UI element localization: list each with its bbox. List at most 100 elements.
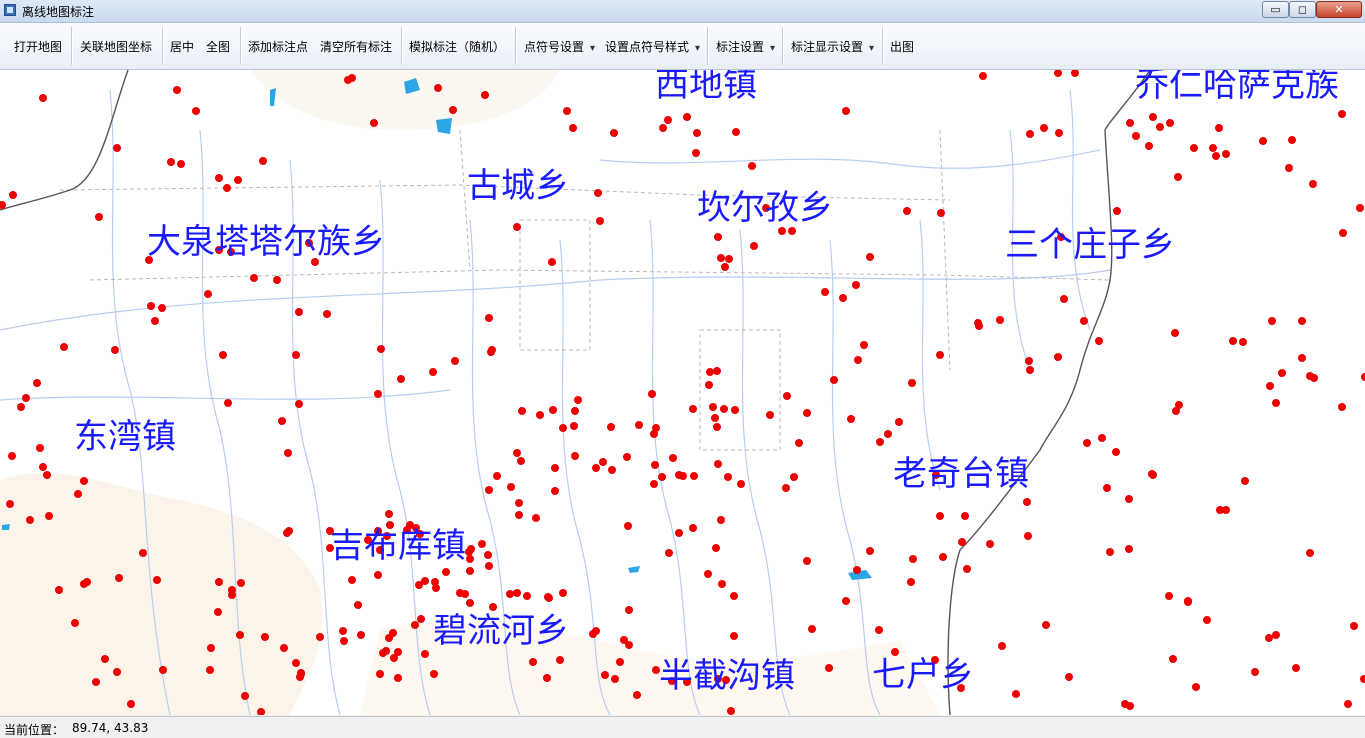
marker-point[interactable] <box>808 625 816 633</box>
marker-point[interactable] <box>1024 532 1032 540</box>
marker-point[interactable] <box>382 647 390 655</box>
map-canvas[interactable]: 西地镇 乔仁哈萨克族 古城乡 坎尔孜乡 大泉塔塔尔族乡 三个庄子乡 东湾镇 老奇… <box>0 70 1365 715</box>
marker-point[interactable] <box>961 512 969 520</box>
marker-point[interactable] <box>731 406 739 414</box>
marker-point[interactable] <box>1344 700 1352 708</box>
marker-point[interactable] <box>357 631 365 639</box>
marker-point[interactable] <box>449 106 457 114</box>
marker-point[interactable] <box>714 233 722 241</box>
marker-point[interactable] <box>26 516 34 524</box>
marker-point[interactable] <box>548 258 556 266</box>
marker-point[interactable] <box>127 700 135 708</box>
marker-point[interactable] <box>280 644 288 652</box>
marker-point[interactable] <box>958 538 966 546</box>
marker-point[interactable] <box>224 399 232 407</box>
marker-point[interactable] <box>517 457 525 465</box>
marker-point[interactable] <box>908 379 916 387</box>
marker-point[interactable] <box>1126 119 1134 127</box>
marker-point[interactable] <box>273 276 281 284</box>
link-coords-button[interactable]: 关联地图坐标 <box>80 38 152 55</box>
marker-point[interactable] <box>675 471 683 479</box>
marker-point[interactable] <box>1222 506 1230 514</box>
marker-point[interactable] <box>1309 180 1317 188</box>
marker-point[interactable] <box>485 486 493 494</box>
marker-point[interactable] <box>795 439 803 447</box>
marker-point[interactable] <box>574 396 582 404</box>
marker-point[interactable] <box>725 255 733 263</box>
marker-point[interactable] <box>592 464 600 472</box>
marker-point[interactable] <box>1156 123 1164 131</box>
marker-point[interactable] <box>986 540 994 548</box>
marker-point[interactable] <box>71 619 79 627</box>
marker-point[interactable] <box>714 460 722 468</box>
marker-point[interactable] <box>866 547 874 555</box>
marker-point[interactable] <box>151 317 159 325</box>
marker-point[interactable] <box>596 217 604 225</box>
marker-point[interactable] <box>506 590 514 598</box>
marker-point[interactable] <box>1272 399 1280 407</box>
marker-point[interactable] <box>1361 373 1365 381</box>
marker-point[interactable] <box>536 411 544 419</box>
marker-point[interactable] <box>570 422 578 430</box>
marker-point[interactable] <box>692 149 700 157</box>
marker-point[interactable] <box>635 421 643 429</box>
marker-point[interactable] <box>1278 369 1286 377</box>
marker-point[interactable] <box>607 423 615 431</box>
marker-point[interactable] <box>22 394 30 402</box>
marker-point[interactable] <box>36 444 44 452</box>
marker-point[interactable] <box>830 376 838 384</box>
marker-point[interactable] <box>385 510 393 518</box>
marker-point[interactable] <box>979 72 987 80</box>
marker-point[interactable] <box>720 405 728 413</box>
marker-point[interactable] <box>730 632 738 640</box>
open-map-button[interactable]: 打开地图 <box>14 38 62 55</box>
marker-point[interactable] <box>466 599 474 607</box>
marker-point[interactable] <box>571 407 579 415</box>
marker-point[interactable] <box>559 589 567 597</box>
marker-point[interactable] <box>394 648 402 656</box>
marker-point[interactable] <box>544 593 552 601</box>
marker-point[interactable] <box>1166 119 1174 127</box>
marker-point[interactable] <box>173 86 181 94</box>
marker-point[interactable] <box>1149 113 1157 121</box>
marker-point[interactable] <box>421 650 429 658</box>
marker-point[interactable] <box>529 658 537 666</box>
marker-point[interactable] <box>1265 634 1273 642</box>
marker-point[interactable] <box>523 592 531 600</box>
marker-point[interactable] <box>1065 673 1073 681</box>
marker-point[interactable] <box>370 119 378 127</box>
marker-point[interactable] <box>101 655 109 663</box>
marker-point[interactable] <box>1095 337 1103 345</box>
marker-point[interactable] <box>429 368 437 376</box>
marker-point[interactable] <box>1203 616 1211 624</box>
marker-point[interactable] <box>237 579 245 587</box>
marker-point[interactable] <box>556 656 564 664</box>
marker-point[interactable] <box>33 379 41 387</box>
marker-point[interactable] <box>1222 150 1230 158</box>
marker-point[interactable] <box>466 567 474 575</box>
marker-point[interactable] <box>204 290 212 298</box>
marker-point[interactable] <box>493 472 501 480</box>
marker-point[interactable] <box>478 540 486 548</box>
marker-point[interactable] <box>285 527 293 535</box>
marker-point[interactable] <box>1215 124 1223 132</box>
marker-point[interactable] <box>192 107 200 115</box>
marker-point[interactable] <box>1098 434 1106 442</box>
marker-point[interactable] <box>866 253 874 261</box>
marker-point[interactable] <box>854 356 862 364</box>
label-settings-dropdown[interactable]: 标注设置 <box>716 38 775 55</box>
marker-point[interactable] <box>625 641 633 649</box>
marker-point[interactable] <box>374 390 382 398</box>
marker-point[interactable] <box>236 631 244 639</box>
title-bar[interactable]: 离线地图标注 ▭ ◻ ✕ <box>0 0 1365 23</box>
marker-point[interactable] <box>284 449 292 457</box>
marker-point[interactable] <box>207 644 215 652</box>
minimize-button[interactable]: ▭ <box>1262 1 1289 18</box>
marker-point[interactable] <box>1272 631 1280 639</box>
marker-point[interactable] <box>689 524 697 532</box>
marker-point[interactable] <box>1106 548 1114 556</box>
marker-point[interactable] <box>241 692 249 700</box>
marker-point[interactable] <box>658 473 666 481</box>
marker-point[interactable] <box>1112 448 1120 456</box>
marker-point[interactable] <box>513 449 521 457</box>
